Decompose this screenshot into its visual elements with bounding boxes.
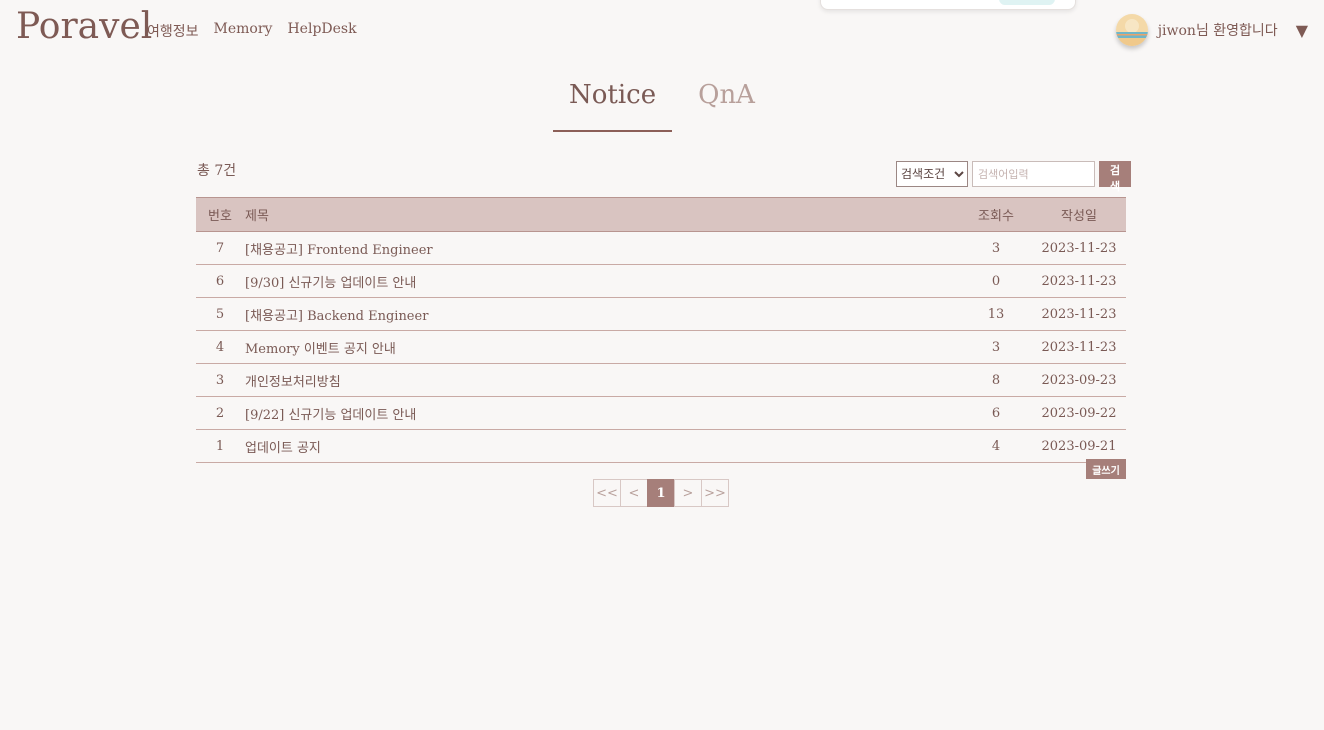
tab-notice[interactable]: Notice (553, 80, 673, 132)
table-row[interactable]: 5 [채용공고] Backend Engineer 13 2023-11-23 (196, 297, 1126, 331)
table-row[interactable]: 2 [9/22] 신규기능 업데이트 안내 6 2023-09-22 (196, 396, 1126, 430)
row-views: 0 (960, 264, 1032, 298)
first-page-button[interactable]: << (593, 479, 621, 507)
total-count: 총 7건 (197, 163, 237, 179)
row-views: 8 (960, 363, 1032, 397)
site-logo[interactable]: Poravel (16, 6, 152, 47)
row-views: 3 (960, 330, 1032, 364)
avatar[interactable] (1115, 14, 1148, 46)
next-page-button[interactable]: > (674, 479, 702, 507)
table-header-row: 번호 제목 조회수 작성일 (196, 197, 1126, 232)
nav-travel-info[interactable]: 여행정보 (147, 21, 199, 41)
row-views: 4 (960, 429, 1032, 463)
table-row[interactable]: 4 Memory 이벤트 공지 안내 3 2023-11-23 (196, 330, 1126, 364)
row-num: 6 (196, 264, 244, 298)
row-num: 4 (196, 330, 244, 364)
col-header-num: 번호 (196, 197, 244, 232)
row-title-link[interactable]: 개인정보처리방침 (244, 363, 960, 397)
avatar-image (1115, 14, 1148, 46)
row-date: 2023-11-23 (1032, 297, 1126, 331)
row-date: 2023-09-23 (1032, 363, 1126, 397)
nav-helpdesk[interactable]: HelpDesk (287, 21, 356, 41)
search-bar: 검색조건 검색 (896, 161, 1131, 193)
row-num: 3 (196, 363, 244, 397)
last-page-button[interactable]: >> (701, 479, 729, 507)
row-date: 2023-11-23 (1032, 264, 1126, 298)
tab-qna[interactable]: QnA (682, 80, 771, 132)
write-post-button[interactable]: 글쓰기 (1086, 459, 1126, 479)
col-header-date: 작성일 (1032, 197, 1126, 232)
row-date: 2023-09-21 (1032, 429, 1126, 463)
row-title-link[interactable]: Memory 이벤트 공지 안내 (244, 330, 960, 364)
user-greeting: jiwon님 환영합니다 (1157, 23, 1278, 39)
row-title-link[interactable]: [9/22] 신규기능 업데이트 안내 (244, 396, 960, 430)
board-tabs: Notice QnA (553, 80, 771, 132)
table-row[interactable]: 3 개인정보처리방침 8 2023-09-23 (196, 363, 1126, 397)
popup-pill (999, 0, 1055, 5)
row-num: 7 (196, 231, 244, 265)
page-number-current[interactable]: 1 (647, 479, 675, 507)
popup-fragment (820, 0, 1076, 10)
row-title-link[interactable]: 업데이트 공지 (244, 429, 960, 463)
main-nav: 여행정보 Memory HelpDesk (147, 21, 357, 41)
prev-page-button[interactable]: < (620, 479, 648, 507)
user-menu[interactable]: jiwon님 환영합니다 ▼ (1115, 14, 1308, 46)
row-num: 5 (196, 297, 244, 331)
row-date: 2023-11-23 (1032, 330, 1126, 364)
table-row[interactable]: 7 [채용공고] Frontend Engineer 3 2023-11-23 (196, 231, 1126, 265)
row-date: 2023-11-23 (1032, 231, 1126, 265)
row-title-link[interactable]: [채용공고] Frontend Engineer (244, 231, 960, 265)
row-views: 13 (960, 297, 1032, 331)
row-views: 6 (960, 396, 1032, 430)
row-views: 3 (960, 231, 1032, 265)
nav-memory[interactable]: Memory (214, 21, 273, 41)
table-row[interactable]: 6 [9/30] 신규기능 업데이트 안내 0 2023-11-23 (196, 264, 1126, 298)
col-header-views: 조회수 (960, 197, 1032, 232)
table-row[interactable]: 1 업데이트 공지 4 2023-09-21 (196, 429, 1126, 463)
chevron-down-icon[interactable]: ▼ (1296, 21, 1308, 40)
notice-table: 번호 제목 조회수 작성일 7 [채용공고] Frontend Engineer… (196, 197, 1126, 463)
row-num: 1 (196, 429, 244, 463)
row-num: 2 (196, 396, 244, 430)
search-button[interactable]: 검색 (1099, 161, 1131, 193)
row-date: 2023-09-22 (1032, 396, 1126, 430)
pagination: << < 1 > >> (593, 479, 729, 507)
row-title-link[interactable]: [채용공고] Backend Engineer (244, 297, 960, 331)
col-header-title: 제목 (244, 197, 960, 232)
top-header: Poravel 여행정보 Memory HelpDesk jiwon님 환영합니… (0, 0, 1324, 60)
search-condition-select[interactable]: 검색조건 (896, 161, 968, 187)
row-title-link[interactable]: [9/30] 신규기능 업데이트 안내 (244, 264, 960, 298)
search-input[interactable] (972, 161, 1095, 187)
